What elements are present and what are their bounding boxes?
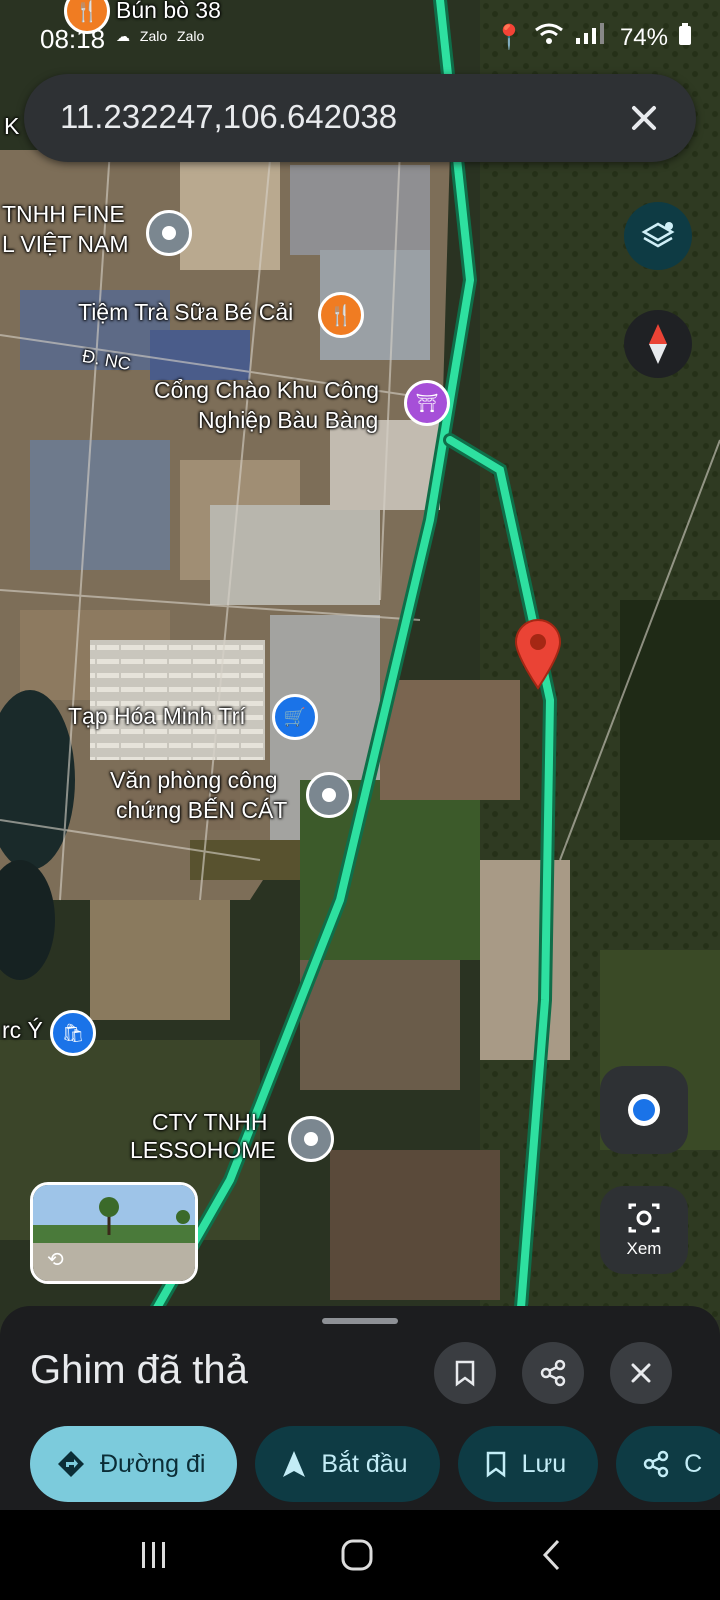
navigation-arrow-icon xyxy=(283,1451,306,1477)
compass-button[interactable] xyxy=(624,310,692,378)
directions-label: Đường đi xyxy=(100,1449,206,1478)
street-view-thumbnail[interactable]: ⟲ xyxy=(30,1182,198,1284)
company-marker[interactable] xyxy=(146,210,192,256)
compass-icon xyxy=(649,324,667,364)
shopping-bag-marker[interactable]: 🛍 xyxy=(50,1010,96,1056)
drag-handle[interactable] xyxy=(322,1318,398,1324)
shopping-bag-icon: 🛍 xyxy=(61,1022,85,1043)
directions-button[interactable]: Đường đi xyxy=(30,1426,238,1502)
directions-icon xyxy=(58,1451,84,1477)
save-button[interactable]: Lưu xyxy=(457,1426,599,1502)
action-chips: Đường đi Bắt đầu Lưu C xyxy=(30,1426,720,1502)
dropped-pin-icon[interactable] xyxy=(514,618,562,690)
start-label: Bắt đầu xyxy=(321,1449,408,1478)
status-bar: 08:18 ☁ Zalo Zalo 📍 74% xyxy=(0,18,720,58)
shopping-cart-icon: 🛒 xyxy=(283,706,307,727)
tea-shop-marker[interactable]: 🍴 xyxy=(318,292,364,338)
battery-icon xyxy=(678,23,692,52)
fork-knife-icon: 🍴 xyxy=(328,304,354,327)
camera-icon xyxy=(628,1203,660,1233)
close-icon xyxy=(631,1363,651,1383)
save-pin-button[interactable] xyxy=(434,1342,496,1404)
grocery-marker[interactable]: 🛒 xyxy=(272,694,318,740)
notary-marker[interactable] xyxy=(306,772,352,818)
clear-search-button[interactable] xyxy=(622,96,666,140)
lens-view-button[interactable]: Xem xyxy=(600,1186,688,1274)
start-navigation-button[interactable]: Bắt đầu xyxy=(255,1426,440,1502)
poi-label-notary-1[interactable]: Văn phòng công xyxy=(110,766,278,794)
close-sheet-button[interactable] xyxy=(610,1342,672,1404)
close-icon xyxy=(632,106,656,130)
search-bar[interactable]: 11.232247,106.642038 xyxy=(24,74,696,162)
poi-label-notary-2[interactable]: chứng BẾN CÁT xyxy=(116,796,287,824)
bookmark-icon xyxy=(486,1451,505,1478)
share-icon xyxy=(540,1359,566,1387)
signal-icon xyxy=(574,22,610,53)
cloud-icon: ☁ xyxy=(116,28,130,44)
my-location-button[interactable] xyxy=(600,1066,688,1154)
poi-label-grocery[interactable]: Tạp Hóa Minh Trí xyxy=(68,702,246,730)
fork-knife-icon: 🍴 xyxy=(74,0,100,23)
back-icon[interactable] xyxy=(540,1538,564,1572)
place-dot-icon xyxy=(304,1132,318,1146)
search-query[interactable]: 11.232247,106.642038 xyxy=(60,98,397,136)
wifi-icon xyxy=(534,22,564,53)
my-location-icon xyxy=(628,1094,660,1126)
layers-icon xyxy=(641,222,675,248)
place-dot-icon xyxy=(322,788,336,802)
rotate-360-icon: ⟲ xyxy=(47,1249,64,1271)
share-icon xyxy=(643,1450,669,1478)
poi-label-company-fine-2[interactable]: L VIỆT NAM xyxy=(2,230,129,258)
save-label: Lưu xyxy=(521,1449,567,1478)
bookmark-icon xyxy=(455,1360,475,1387)
location-icon: 📍 xyxy=(494,24,524,51)
landmark-marker[interactable]: ⛩ xyxy=(404,380,450,426)
recent-apps-icon[interactable] xyxy=(138,1540,170,1570)
poi-label-gate-1[interactable]: Cổng Chào Khu Công xyxy=(154,376,379,404)
poi-label-gate-2[interactable]: Nghiệp Bàu Bàng xyxy=(198,406,378,434)
battery-text: 74% xyxy=(619,23,668,51)
lesso-marker[interactable] xyxy=(288,1116,334,1162)
xem-label: Xem xyxy=(626,1239,662,1258)
poi-label-company-fine[interactable]: TNHH FINE xyxy=(2,200,125,228)
gate-icon: ⛩ xyxy=(415,392,439,413)
poi-label-lesso-1[interactable]: CTY TNHH xyxy=(152,1108,267,1136)
system-nav-bar xyxy=(0,1510,720,1600)
home-icon[interactable] xyxy=(340,1538,374,1572)
zalo-icon: Zalo xyxy=(177,28,205,44)
share-chip-button[interactable]: C xyxy=(616,1426,720,1502)
poi-label-shop-left[interactable]: rc Ý xyxy=(2,1016,43,1044)
layers-button[interactable] xyxy=(624,202,692,270)
zalo-icon: Zalo xyxy=(139,28,168,44)
share-chip-label: C xyxy=(684,1449,703,1478)
poi-label-tea-shop[interactable]: Tiệm Trà Sữa Bé Cải xyxy=(78,298,293,326)
notification-icons: ☁ Zalo Zalo xyxy=(116,28,204,45)
poi-label-restaurant[interactable]: Bún bò 38 xyxy=(116,0,221,24)
place-dot-icon xyxy=(162,226,176,240)
map-edge-label: K xyxy=(4,113,20,139)
place-bottom-sheet[interactable]: Ghim đã thả Đường đi Bắt đầu Lưu C xyxy=(0,1306,720,1510)
share-button[interactable] xyxy=(522,1342,584,1404)
sheet-title: Ghim đã thả xyxy=(30,1348,248,1392)
poi-label-lesso-2[interactable]: LESSOHOME xyxy=(130,1136,276,1164)
